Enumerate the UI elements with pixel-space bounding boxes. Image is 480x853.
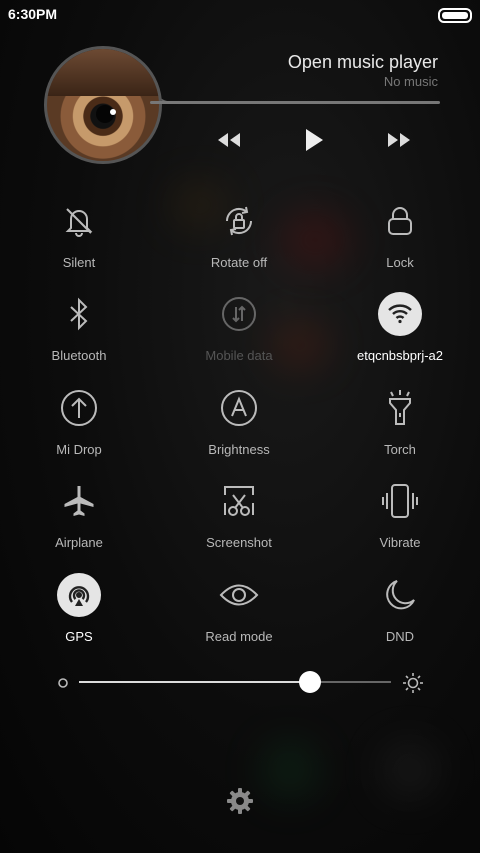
screenshot-icon xyxy=(217,479,261,523)
music-title[interactable]: Open music player xyxy=(288,52,438,73)
status-bar: 6:30PM xyxy=(0,0,480,28)
background-blur xyxy=(380,740,440,800)
toggle-mi-drop[interactable]: Mi Drop xyxy=(9,386,149,466)
toggle-silent[interactable]: Silent xyxy=(9,199,149,279)
toggle-label: Airplane xyxy=(55,535,103,550)
toggle-label: Vibrate xyxy=(379,535,421,550)
toggle-label: DND xyxy=(385,629,415,644)
album-art[interactable] xyxy=(44,46,162,164)
toggle-gps[interactable]: GPS xyxy=(9,573,149,653)
previous-track-icon[interactable] xyxy=(212,126,246,154)
play-icon[interactable] xyxy=(297,126,331,154)
background-blur xyxy=(260,740,320,800)
toggle-vibrate[interactable]: Vibrate xyxy=(330,479,470,559)
moon-icon xyxy=(378,573,422,617)
wifi-icon xyxy=(378,292,422,336)
toggle-mobile-data[interactable]: Mobile data xyxy=(169,292,309,372)
toggle-wifi[interactable]: etqcnbsbprj-a2 xyxy=(330,292,470,372)
brightness-low-icon xyxy=(58,678,68,688)
toggle-lock[interactable]: Lock xyxy=(330,199,470,279)
lock-icon xyxy=(378,199,422,243)
airplane-icon xyxy=(57,479,101,523)
settings-gear-icon[interactable] xyxy=(225,786,255,816)
toggle-airplane[interactable]: Airplane xyxy=(9,479,149,559)
toggle-label: Torch xyxy=(384,442,416,457)
battery-icon xyxy=(438,8,472,23)
toggle-torch[interactable]: Torch xyxy=(330,386,470,466)
toggle-label: Silent xyxy=(62,255,96,270)
toggle-label: Mobile data xyxy=(205,348,273,363)
status-time: 6:30PM xyxy=(8,6,58,22)
bell-off-icon xyxy=(57,199,101,243)
gps-icon xyxy=(57,573,101,617)
toggle-bluetooth[interactable]: Bluetooth xyxy=(9,292,149,372)
bluetooth-icon xyxy=(57,292,101,336)
toggle-label: Bluetooth xyxy=(51,348,107,363)
toggle-label: Mi Drop xyxy=(56,442,102,457)
brightness-track[interactable] xyxy=(79,681,391,683)
toggle-brightness[interactable]: Brightness xyxy=(169,386,309,466)
toggle-label: Screenshot xyxy=(206,535,272,550)
toggle-label: etqcnbsbprj-a2 xyxy=(357,348,443,363)
torch-icon xyxy=(378,386,422,430)
eye-icon xyxy=(217,573,261,617)
brightness-slider[interactable] xyxy=(0,670,480,696)
auto-brightness-icon xyxy=(217,386,261,430)
toggle-label: Brightness xyxy=(208,442,270,457)
toggle-rotate-off[interactable]: Rotate off xyxy=(169,199,309,279)
toggle-read-mode[interactable]: Read mode xyxy=(169,573,309,653)
toggle-label: Rotate off xyxy=(210,255,268,270)
next-track-icon[interactable] xyxy=(382,126,416,154)
brightness-thumb[interactable] xyxy=(298,671,321,693)
toggle-dnd[interactable]: DND xyxy=(330,573,470,653)
toggle-screenshot[interactable]: Screenshot xyxy=(169,479,309,559)
music-subtitle: No music xyxy=(383,74,438,89)
vibrate-icon xyxy=(378,479,422,523)
toggle-label: Read mode xyxy=(205,629,273,644)
mobile-data-icon xyxy=(217,292,261,336)
rotate-lock-icon xyxy=(217,199,261,243)
toggle-label: GPS xyxy=(65,629,93,644)
mi-drop-icon xyxy=(57,386,101,430)
music-progress-bar[interactable] xyxy=(150,101,440,104)
brightness-high-icon xyxy=(403,673,423,693)
toggle-label: Lock xyxy=(386,255,414,270)
